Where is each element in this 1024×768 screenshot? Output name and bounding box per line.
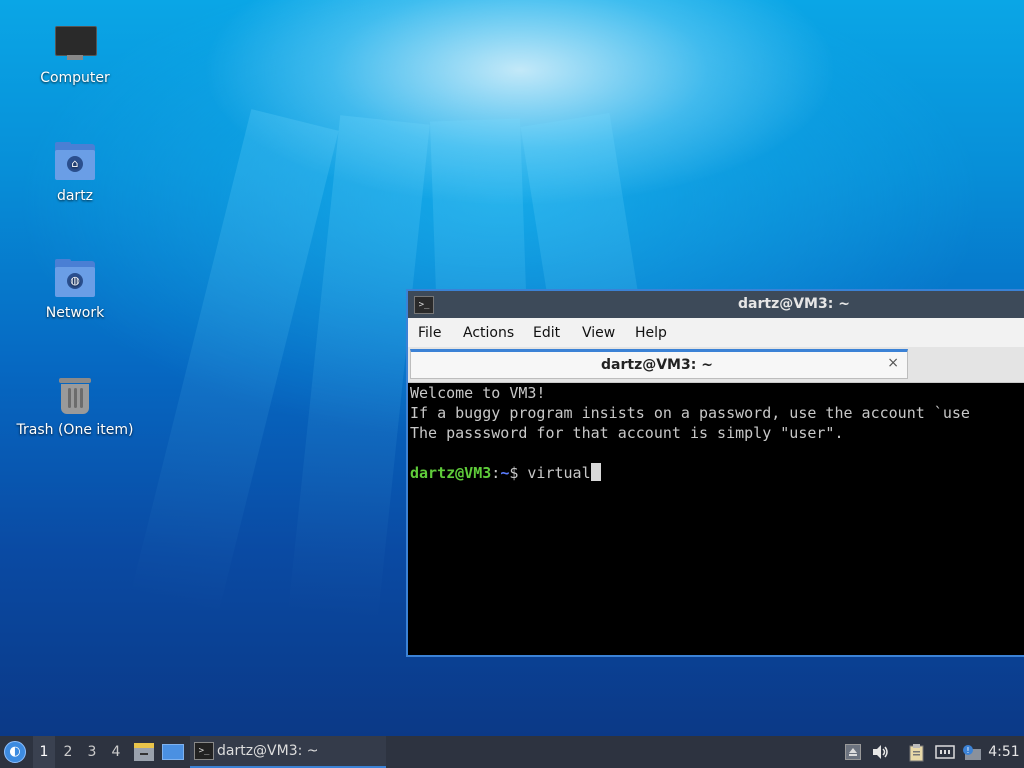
- command-text: virtual: [527, 464, 591, 482]
- desktop-icon-label: dartz: [56, 188, 94, 204]
- terminal-prompt-line: dartz@VM3:~$ virtual: [410, 463, 1024, 483]
- tab-bar: dartz@VM3: ~ ×: [408, 347, 1024, 383]
- terminal-line: The passsword for that account is simply…: [410, 424, 844, 442]
- close-icon[interactable]: ×: [887, 355, 899, 371]
- tab-terminal[interactable]: dartz@VM3: ~ ×: [410, 349, 908, 379]
- window-title: dartz@VM3: ~: [738, 296, 850, 312]
- prompt-path: ~: [500, 464, 510, 482]
- menu-view[interactable]: View: [582, 325, 615, 341]
- prompt-separator: :: [491, 464, 501, 482]
- menu-bar: File Actions Edit View Help: [408, 318, 1024, 347]
- notification-icon[interactable]: !: [962, 744, 981, 760]
- taskbar: ◐ 1 2 3 4 >_ dartz@VM3: ~ ! 4:51: [0, 736, 1024, 768]
- terminal-window[interactable]: >_ dartz@VM3: ~ File Actions Edit View H…: [406, 289, 1024, 657]
- workspace-4[interactable]: 4: [105, 736, 127, 768]
- menu-file[interactable]: File: [418, 325, 441, 341]
- workspace-2[interactable]: 2: [57, 736, 79, 768]
- network-icon[interactable]: [935, 744, 955, 760]
- task-button-label: dartz@VM3: ~: [217, 743, 319, 759]
- start-menu-icon[interactable]: ◐: [4, 741, 26, 763]
- workspace-3[interactable]: 3: [81, 736, 103, 768]
- menu-help[interactable]: Help: [635, 325, 667, 341]
- desktop-icon-computer[interactable]: Computer: [10, 22, 140, 86]
- terminal-output[interactable]: Welcome to VM3! If a buggy program insist…: [410, 383, 1024, 655]
- window-titlebar[interactable]: >_ dartz@VM3: ~: [408, 291, 1024, 318]
- volume-icon[interactable]: [872, 744, 888, 760]
- text-cursor: [590, 463, 601, 481]
- terminal-icon: >_: [414, 296, 434, 314]
- home-folder-icon: ⌂: [53, 140, 97, 184]
- menu-edit[interactable]: Edit: [533, 325, 560, 341]
- menu-actions[interactable]: Actions: [463, 325, 514, 341]
- tab-label: dartz@VM3: ~: [601, 357, 713, 373]
- eject-icon[interactable]: [845, 744, 861, 760]
- trash-icon: [53, 374, 97, 418]
- desktop-icon-network[interactable]: ◍ Network: [10, 257, 140, 321]
- svg-text:!: !: [966, 746, 969, 755]
- desktop-icon-trash[interactable]: Trash (One item): [10, 374, 140, 438]
- prompt-symbol: $: [509, 464, 528, 482]
- desktop-icon-label: Computer: [40, 70, 110, 86]
- workspace-1[interactable]: 1: [33, 736, 55, 768]
- computer-icon: [53, 22, 97, 66]
- terminal-line: If a buggy program insists on a password…: [410, 404, 970, 422]
- task-button-terminal[interactable]: >_ dartz@VM3: ~: [190, 736, 386, 768]
- clock[interactable]: 4:51: [986, 736, 1022, 768]
- desktop-icon-label: Trash (One item): [16, 422, 134, 438]
- terminal-line: Welcome to VM3!: [410, 384, 546, 402]
- clipboard-icon[interactable]: [908, 744, 924, 762]
- file-manager-icon[interactable]: [134, 743, 154, 761]
- show-desktop-icon[interactable]: [162, 744, 184, 760]
- terminal-icon: >_: [194, 742, 214, 760]
- desktop-icon-home[interactable]: ⌂ dartz: [10, 140, 140, 204]
- network-folder-icon: ◍: [53, 257, 97, 301]
- desktop-icon-label: Network: [45, 305, 105, 321]
- prompt-user: dartz@VM3: [410, 464, 492, 482]
